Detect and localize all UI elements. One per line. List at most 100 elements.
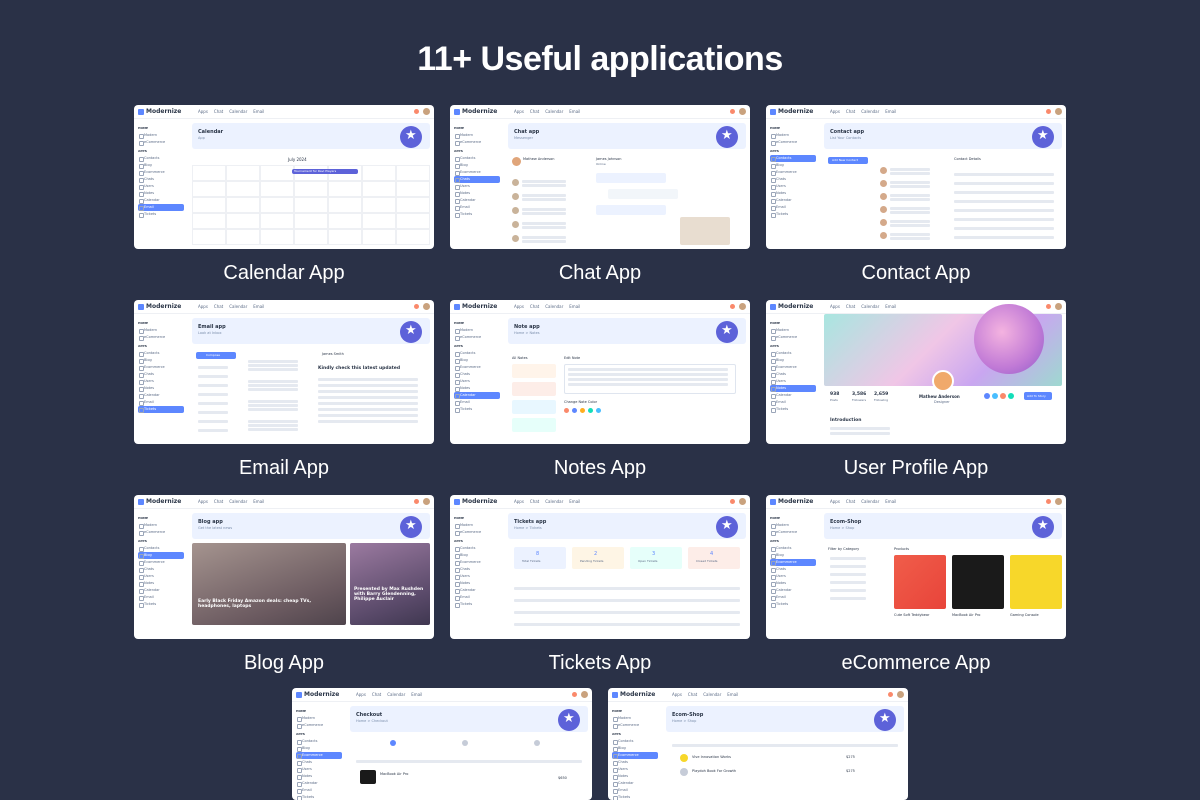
sidebar-item[interactable]: Calendar <box>454 197 500 204</box>
app-preview-card[interactable]: Modernize Apps Chat Calendar Email HOME Modern… <box>134 300 434 444</box>
sidebar-item[interactable]: Email <box>296 787 342 794</box>
sidebar-item[interactable]: Blog <box>454 552 500 559</box>
calendar-cell[interactable] <box>192 197 226 213</box>
calendar-cell[interactable] <box>192 165 226 181</box>
sidebar-item[interactable]: Contacts <box>454 545 500 552</box>
sidebar-item[interactable]: Modern <box>454 132 500 139</box>
sidebar-item[interactable]: Ecommerce <box>138 364 184 371</box>
brand-logo[interactable]: Modernize <box>770 303 813 310</box>
sidebar-item[interactable]: Tickets <box>138 211 184 218</box>
calendar-cell[interactable] <box>362 229 396 245</box>
sidebar-item[interactable]: Ecommerce <box>770 559 816 566</box>
sidebar-item[interactable]: Email <box>770 594 816 601</box>
sidebar-item[interactable]: Chats <box>138 566 184 573</box>
sidebar-item[interactable]: Calendar <box>770 392 816 399</box>
sidebar-item[interactable]: Modern <box>138 522 184 529</box>
top-nav-item[interactable]: Apps <box>198 499 208 504</box>
sidebar-item[interactable]: Tickets <box>770 406 816 413</box>
sidebar-item[interactable]: Modern <box>770 327 816 334</box>
calendar-cell[interactable] <box>192 181 226 197</box>
sidebar-item[interactable]: Ecommerce <box>454 169 500 176</box>
contact-avatar[interactable] <box>512 193 519 200</box>
brand-logo[interactable]: Modernize <box>138 498 181 505</box>
sidebar-item[interactable]: Ecommerce <box>454 364 500 371</box>
brand-logo[interactable]: Modernize <box>138 108 181 115</box>
calendar-cell[interactable] <box>226 165 260 181</box>
sidebar-item[interactable]: Modern <box>454 327 500 334</box>
avatar[interactable] <box>1055 498 1062 505</box>
avatar[interactable] <box>423 108 430 115</box>
top-nav-item[interactable]: Email <box>569 109 580 114</box>
profile-avatar[interactable] <box>932 370 954 392</box>
app-preview-card[interactable]: Modernize Apps Chat Calendar Email HOME Modern… <box>766 300 1066 444</box>
sidebar-item[interactable]: Chats <box>770 371 816 378</box>
top-nav-item[interactable]: Email <box>727 692 738 697</box>
top-nav-item[interactable]: Apps <box>514 304 524 309</box>
top-nav-item[interactable]: Email <box>885 304 896 309</box>
sidebar-item[interactable]: Blog <box>612 745 658 752</box>
sidebar-item[interactable]: Blog <box>454 357 500 364</box>
top-nav-item[interactable]: Chat <box>372 692 381 697</box>
sidebar-item[interactable]: Users <box>138 573 184 580</box>
sidebar-item[interactable]: eCommerce <box>770 334 816 341</box>
avatar[interactable] <box>581 691 588 698</box>
avatar[interactable] <box>739 303 746 310</box>
notification-icon[interactable] <box>730 499 735 504</box>
avatar[interactable] <box>897 691 904 698</box>
blog-post-title[interactable]: Early Black Friday Amazon deals: cheap T… <box>198 599 338 609</box>
app-preview-card[interactable]: Modernize Apps Chat Calendar Email HOME Modern… <box>608 688 908 800</box>
calendar-cell[interactable] <box>328 197 362 213</box>
sidebar-item[interactable]: Users <box>138 183 184 190</box>
sidebar-item[interactable]: eCommerce <box>770 529 816 536</box>
sidebar-item[interactable]: eCommerce <box>770 139 816 146</box>
sidebar-item[interactable]: Users <box>138 378 184 385</box>
app-preview-card[interactable]: Modernize Apps Chat Calendar Email HOME Modern… <box>450 495 750 639</box>
calendar-cell[interactable] <box>260 213 294 229</box>
top-nav-item[interactable]: Chat <box>214 499 223 504</box>
sidebar-item[interactable]: Notes <box>612 773 658 780</box>
sidebar-item[interactable]: Email <box>770 204 816 211</box>
sidebar-item[interactable]: Notes <box>770 385 816 392</box>
sidebar-item[interactable]: Calendar <box>770 587 816 594</box>
top-nav-item[interactable]: Apps <box>830 499 840 504</box>
color-swatch[interactable] <box>580 408 585 413</box>
top-nav-item[interactable]: Email <box>885 109 896 114</box>
calendar-cell[interactable] <box>328 181 362 197</box>
sidebar-item[interactable]: Modern <box>770 132 816 139</box>
top-nav-item[interactable]: Calendar <box>861 304 879 309</box>
sidebar-item[interactable]: Tickets <box>138 406 184 413</box>
calendar-cell[interactable] <box>260 229 294 245</box>
top-nav-item[interactable]: Chat <box>846 304 855 309</box>
sidebar-item[interactable]: Modern <box>138 132 184 139</box>
avatar[interactable] <box>739 108 746 115</box>
sidebar-item[interactable]: Contacts <box>612 738 658 745</box>
contact-avatar[interactable] <box>880 180 887 187</box>
sidebar-item[interactable]: Tickets <box>454 211 500 218</box>
contact-avatar[interactable] <box>512 179 519 186</box>
calendar-cell[interactable] <box>396 165 430 181</box>
sidebar-item[interactable]: Blog <box>454 162 500 169</box>
blog-post-image[interactable] <box>350 543 430 625</box>
sidebar-item[interactable]: Tickets <box>770 601 816 608</box>
calendar-cell[interactable] <box>192 229 226 245</box>
sidebar-item[interactable]: Contacts <box>138 350 184 357</box>
calendar-cell[interactable] <box>396 213 430 229</box>
sidebar-item[interactable]: Ecommerce <box>612 752 658 759</box>
calendar-cell[interactable] <box>192 213 226 229</box>
sidebar-item[interactable]: Users <box>770 573 816 580</box>
calendar-cell[interactable] <box>328 229 362 245</box>
sidebar-item[interactable]: eCommerce <box>138 139 184 146</box>
calendar-cell[interactable] <box>396 197 430 213</box>
calendar-cell[interactable] <box>294 213 328 229</box>
top-nav-item[interactable]: Email <box>253 109 264 114</box>
calendar-cell[interactable] <box>328 213 362 229</box>
sidebar-item[interactable]: Blog <box>770 552 816 559</box>
app-preview-card[interactable]: Modernize Apps Chat Calendar Email HOME Modern… <box>766 495 1066 639</box>
sidebar-item[interactable]: Tickets <box>770 211 816 218</box>
sidebar-item[interactable]: eCommerce <box>296 722 342 729</box>
notification-icon[interactable] <box>888 692 893 697</box>
top-nav-item[interactable]: Email <box>411 692 422 697</box>
sidebar-item[interactable]: Ecommerce <box>296 752 342 759</box>
sidebar-item[interactable]: Notes <box>454 190 500 197</box>
top-nav-item[interactable]: Chat <box>846 109 855 114</box>
